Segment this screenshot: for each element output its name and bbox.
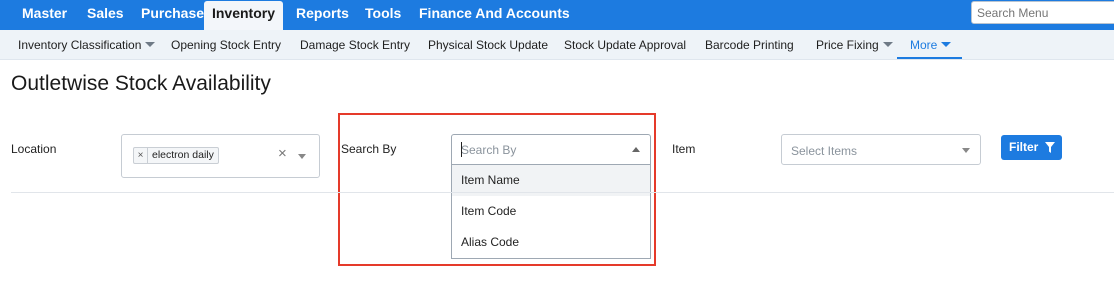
search-by-label: Search By [341,142,397,156]
subnav-damage-stock-entry[interactable]: Damage Stock Entry [300,30,410,60]
sub-nav: Inventory Classification Opening Stock E… [0,30,1114,60]
topnav-sales[interactable]: Sales [87,0,124,30]
subnav-price-fixing[interactable]: Price Fixing [816,30,893,60]
chevron-down-icon [882,42,893,48]
topnav-master[interactable]: Master [22,0,67,30]
chip-label: electron daily [152,149,214,161]
subnav-physical-stock-update[interactable]: Physical Stock Update [428,30,548,60]
chevron-down-icon [145,42,156,48]
search-menu-input[interactable] [971,1,1114,24]
top-nav: Master Sales Purchase Inventory Reports … [0,0,1114,30]
caret-up-icon[interactable] [632,147,640,152]
topnav-reports[interactable]: Reports [296,0,349,30]
subnav-label: More [910,38,938,52]
filter-button-label: Filter [1009,140,1039,154]
caret-down-icon[interactable] [298,154,306,159]
subnav-opening-stock-entry[interactable]: Opening Stock Entry [171,30,281,60]
chip-remove-icon[interactable]: × [134,148,148,163]
location-select[interactable]: × electron daily × [121,134,320,178]
funnel-icon [1045,142,1055,153]
chevron-down-icon [941,42,952,48]
item-select[interactable]: Select Items [781,134,981,165]
topnav-tools[interactable]: Tools [365,0,401,30]
item-placeholder: Select Items [791,144,858,158]
subnav-inventory-classification[interactable]: Inventory Classification [18,30,156,60]
topnav-finance-and-accounts[interactable]: Finance And Accounts [419,0,570,30]
topnav-purchase[interactable]: Purchase [141,0,204,30]
subnav-stock-update-approval[interactable]: Stock Update Approval [564,30,686,60]
subnav-label: Price Fixing [816,38,879,52]
page-title: Outletwise Stock Availability [11,72,271,95]
search-by-placeholder: Search By [461,143,517,157]
option-item-code[interactable]: Item Code [452,196,650,227]
divider [11,192,1114,193]
location-chip: × electron daily [133,147,219,164]
clear-icon[interactable]: × [278,145,287,162]
text-cursor [461,142,462,157]
subnav-barcode-printing[interactable]: Barcode Printing [705,30,794,60]
search-by-dropdown: Item Name Item Code Alias Code [451,165,651,259]
subnav-more[interactable]: More [896,30,963,60]
search-by-select[interactable]: Search By [451,134,651,165]
subnav-label: Inventory Classification [18,38,142,52]
location-label: Location [11,142,57,156]
item-label: Item [672,142,696,156]
option-alias-code[interactable]: Alias Code [452,227,650,258]
filter-button[interactable]: Filter [1001,135,1062,160]
caret-down-icon[interactable] [962,148,970,153]
topnav-inventory[interactable]: Inventory [204,1,283,30]
